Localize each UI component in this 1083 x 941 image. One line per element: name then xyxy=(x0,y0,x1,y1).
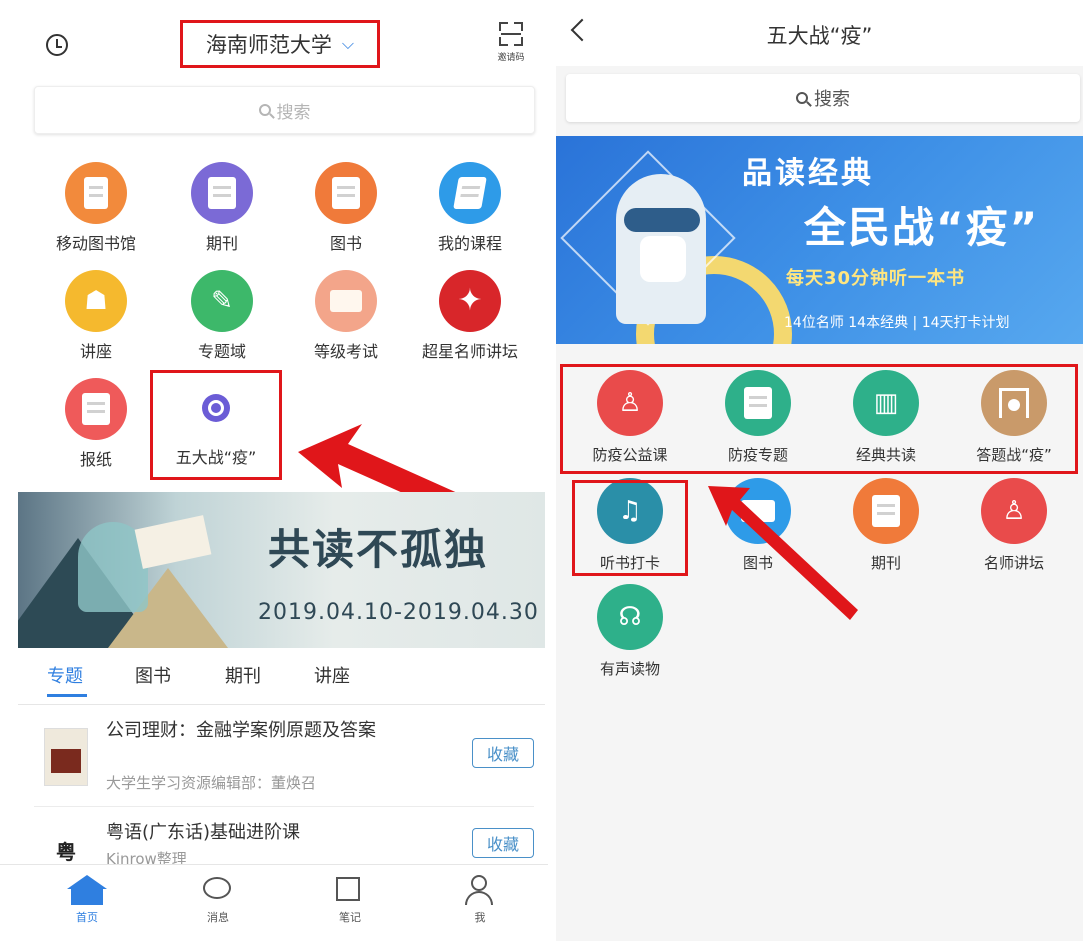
search-placeholder: 搜索 xyxy=(814,89,850,110)
nav-messages[interactable]: 消息 xyxy=(188,875,248,925)
grid-label: 等级考试 xyxy=(313,342,378,361)
headphones-icon: ☊ xyxy=(597,584,663,650)
nav-label: 笔记 xyxy=(339,911,361,924)
exam-book-icon xyxy=(315,270,377,332)
chat-bubble-icon xyxy=(188,875,248,905)
grid-item-mobile-library[interactable]: 移动图书馆 xyxy=(44,162,148,254)
nav-notes[interactable]: 笔记 xyxy=(320,875,380,925)
clock-icon[interactable] xyxy=(46,34,68,56)
highlight-box xyxy=(572,480,688,576)
chaoxing-logo-icon: ✦ xyxy=(439,270,501,332)
banner-title: 共读不孤独 xyxy=(268,525,489,574)
item-subtitle: 大学生学习资源编辑部：董焕召 xyxy=(106,774,317,792)
bottom-nav: 首页 消息 笔记 我 xyxy=(0,864,548,941)
item-title: 粤语(广东话)基础进阶课 xyxy=(106,822,301,843)
promo-banner[interactable]: 品读经典 全民战“疫” 每天30分钟听一本书 14位名师 14本经典 | 14天… xyxy=(556,136,1083,344)
grid-item-audio-reading[interactable]: ☊ 有声读物 xyxy=(570,584,690,679)
banner-date: 2019.04.10-2019.04.30 xyxy=(258,600,539,625)
grid-label: 移动图书馆 xyxy=(55,234,136,253)
scan-icon xyxy=(499,22,523,46)
tab-underline xyxy=(47,694,87,697)
chevron-down-icon: ⌵ xyxy=(341,34,355,53)
school-name: 海南师范大学 xyxy=(205,33,332,57)
top-bar: 海南师范大学 ⌵ 邀请码 xyxy=(0,0,548,88)
book-illustration xyxy=(134,515,212,569)
favorite-button[interactable]: 收藏 xyxy=(472,738,534,768)
edit-note-icon xyxy=(320,875,380,905)
mask-illustration xyxy=(640,236,686,282)
grid-item-famous-teachers[interactable]: ♙ 名师讲坛 xyxy=(954,478,1074,573)
newspaper-icon xyxy=(65,378,127,440)
tab-topic[interactable]: 专题 xyxy=(47,662,83,688)
divider xyxy=(18,704,545,705)
grid-label: 报纸 xyxy=(79,450,112,469)
page-title: 五大战“疫” xyxy=(766,24,873,48)
left-screen: 海南师范大学 ⌵ 邀请码 搜索 移动图书馆 期刊 图书 我的课程 ☗ 讲座 ✎ … xyxy=(0,0,548,941)
book-icon xyxy=(315,162,377,224)
grid-label: 讲座 xyxy=(79,342,112,361)
grid-item-topic-domain[interactable]: ✎ 专题域 xyxy=(170,270,274,362)
nav-label: 首页 xyxy=(76,911,98,924)
journal-icon xyxy=(191,162,253,224)
item-title: 公司理财：金融学案例原题及答案 xyxy=(106,720,376,741)
grid-item-journal[interactable]: 期刊 xyxy=(170,162,274,254)
highlight-box xyxy=(560,364,1078,474)
user-icon xyxy=(450,875,510,905)
goggles-illustration xyxy=(624,208,700,232)
top-bar: 五大战“疫” xyxy=(556,0,1083,66)
grid-label: 专题域 xyxy=(197,342,246,361)
favorite-button[interactable]: 收藏 xyxy=(472,828,534,858)
panel-divider xyxy=(548,0,556,941)
content-tabs: 专题 图书 期刊 讲座 xyxy=(0,662,548,697)
reading-banner[interactable]: 共读不孤独 2019.04.10-2019.04.30 xyxy=(18,492,545,648)
feather-icon: ✎ xyxy=(191,270,253,332)
red-arrow-annotation xyxy=(708,486,858,620)
scan-label: 邀请码 xyxy=(497,53,525,63)
grid-label: 我的课程 xyxy=(437,234,502,253)
grid-label: 期刊 xyxy=(205,234,238,253)
grid-item-newspaper[interactable]: 报纸 xyxy=(44,378,148,470)
search-icon xyxy=(258,104,271,116)
grid-item-chaoxing-lecture[interactable]: ✦ 超星名师讲坛 xyxy=(418,270,522,362)
grid-item-book[interactable]: 图书 xyxy=(294,162,398,254)
tab-lectures[interactable]: 讲座 xyxy=(314,662,350,688)
highlight-box xyxy=(150,370,282,480)
course-icon xyxy=(439,162,501,224)
grid-label: 名师讲坛 xyxy=(983,554,1044,572)
grid-label: 超星名师讲坛 xyxy=(421,342,518,361)
search-placeholder: 搜索 xyxy=(276,102,311,123)
banner-line-3: 每天30分钟听一本书 xyxy=(786,268,966,289)
search-input[interactable]: 搜索 xyxy=(34,86,535,134)
banner-line-4: 14位名师 14本经典 | 14天打卡计划 xyxy=(784,315,1010,331)
search-icon xyxy=(796,92,808,104)
podium-icon: ♙ xyxy=(981,478,1047,544)
list-item[interactable]: 公司理财：金融学案例原题及答案 大学生学习资源编辑部：董焕召 收藏 xyxy=(34,714,534,804)
scan-button[interactable]: 邀请码 xyxy=(494,22,528,63)
mobile-library-icon xyxy=(65,162,127,224)
lecture-icon: ☗ xyxy=(65,270,127,332)
nav-label: 我 xyxy=(474,911,486,924)
nav-label: 消息 xyxy=(207,911,229,924)
nav-home[interactable]: 首页 xyxy=(57,875,117,925)
divider xyxy=(34,806,534,807)
book-cover xyxy=(44,728,88,786)
grid-item-grade-exam[interactable]: 等级考试 xyxy=(294,270,398,362)
home-icon xyxy=(57,875,117,905)
nav-me[interactable]: 我 xyxy=(450,875,510,925)
right-screen: 五大战“疫” 搜索 品读经典 全民战“疫” 每天30分钟听一本书 14位名师 1… xyxy=(556,0,1083,941)
grid-item-lecture[interactable]: ☗ 讲座 xyxy=(44,270,148,362)
banner-line-1: 品读经典 xyxy=(742,156,874,191)
banner-line-2: 全民战“疫” xyxy=(804,203,1040,252)
grid-item-my-courses[interactable]: 我的课程 xyxy=(418,162,522,254)
school-selector[interactable]: 海南师范大学 ⌵ xyxy=(180,20,380,68)
grid-label: 图书 xyxy=(329,234,362,253)
search-input[interactable]: 搜索 xyxy=(566,74,1080,122)
list-item[interactable]: 粤 粤语(广东话)基础进阶课 Kinrow整理 收藏 xyxy=(34,814,534,868)
tab-journals[interactable]: 期刊 xyxy=(225,662,261,688)
tab-books[interactable]: 图书 xyxy=(135,662,171,688)
grid-label: 有声读物 xyxy=(599,660,660,678)
